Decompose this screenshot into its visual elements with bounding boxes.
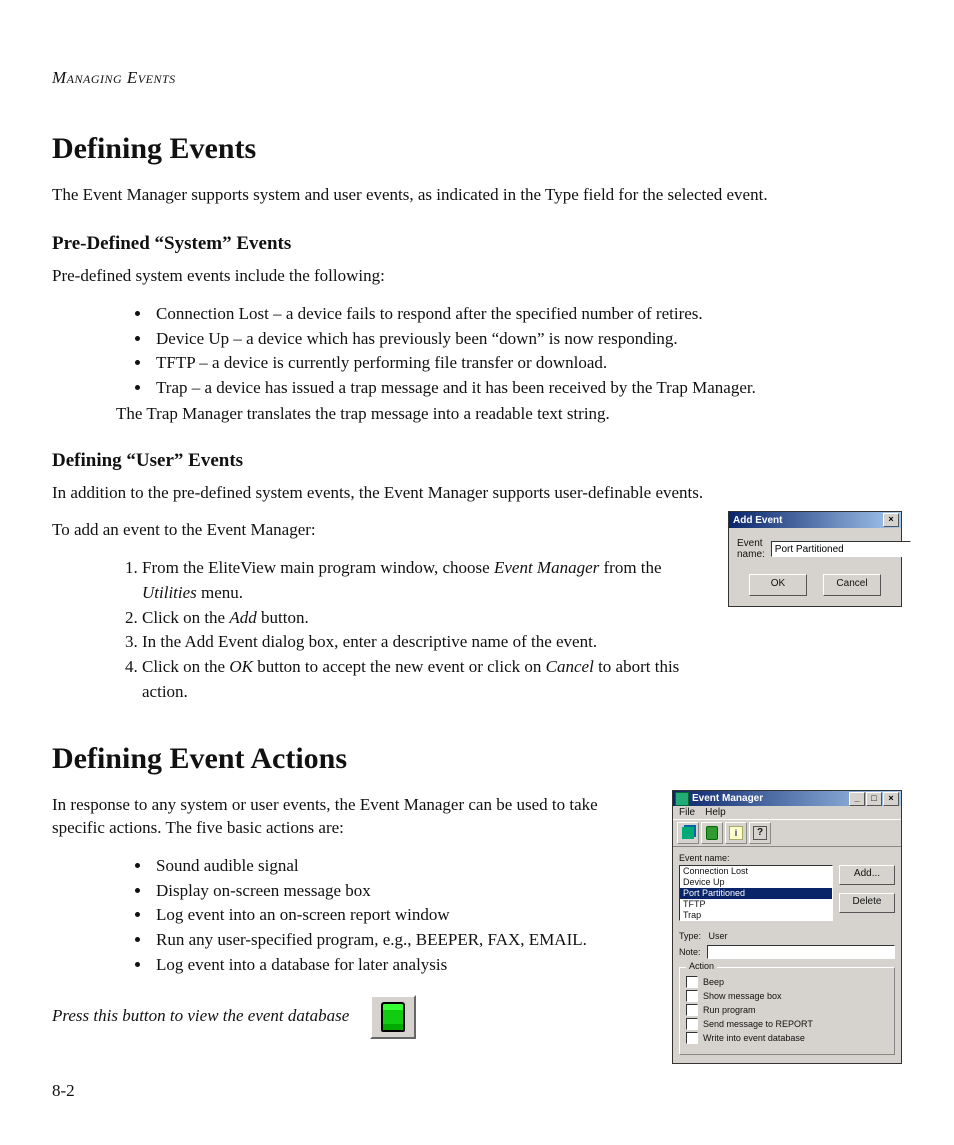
checkbox-label: Run program (703, 1005, 756, 1015)
step-text: button. (257, 608, 309, 627)
heading-defining-events: Defining Events (52, 132, 902, 166)
close-icon[interactable]: × (883, 792, 899, 806)
type-label: Type: (679, 931, 701, 941)
event-name-listbox[interactable]: Connection Lost Device Up Port Partition… (679, 865, 833, 921)
database-icon (381, 1002, 405, 1032)
cancel-button[interactable]: Cancel (823, 574, 881, 596)
window-title-text: Event Manager (692, 793, 763, 804)
step-text-italic: Add (229, 608, 256, 627)
checkbox-write-db[interactable] (686, 1032, 698, 1044)
delete-button[interactable]: Delete (839, 893, 895, 913)
toolbar-info-button[interactable]: i (725, 822, 747, 844)
checkbox-label: Send message to REPORT (703, 1019, 813, 1029)
list-item-selected[interactable]: Port Partitioned (680, 888, 832, 899)
add-event-dialog: Add Event × Event name: OK Cancel (728, 511, 902, 607)
maximize-icon[interactable]: □ (866, 792, 882, 806)
database-icon (706, 826, 718, 840)
list-item: Click on the OK button to accept the new… (142, 655, 710, 704)
event-name-list-label: Event name: (679, 853, 895, 863)
para-system-lead: Pre-defined system events include the fo… (52, 265, 902, 288)
checkbox-run-program[interactable] (686, 1004, 698, 1016)
view-event-database-button[interactable] (370, 995, 416, 1039)
step-text-italic: OK (229, 657, 253, 676)
cards-icon (682, 827, 694, 839)
step-text: Click on the (142, 657, 229, 676)
list-item: From the EliteView main program window, … (142, 556, 710, 605)
toolbar-events-button[interactable] (677, 822, 699, 844)
system-events-list: Connection Lost – a device fails to resp… (52, 302, 902, 401)
checkbox-label: Show message box (703, 991, 782, 1001)
checkbox-label: Write into event database (703, 1033, 805, 1043)
step-text: menu. (197, 583, 243, 602)
list-item[interactable]: Device Up (680, 877, 832, 888)
toolbar-database-button[interactable] (701, 822, 723, 844)
para-actions-intro: In response to any system or user events… (52, 794, 654, 840)
help-icon: ? (753, 826, 767, 840)
menu-help[interactable]: Help (705, 807, 726, 818)
checkbox-send-report[interactable] (686, 1018, 698, 1030)
list-item: Device Up – a device which has previousl… (152, 327, 902, 352)
step-text: from the (599, 558, 661, 577)
checkbox-show-message[interactable] (686, 990, 698, 1002)
step-text-italic: Utilities (142, 583, 197, 602)
step-text: Click on the (142, 608, 229, 627)
page-number: 8-2 (52, 1081, 75, 1101)
step-text: button to accept the new event or click … (253, 657, 546, 676)
action-legend: Action (686, 961, 717, 971)
dialog-titlebar[interactable]: Add Event × (729, 512, 901, 528)
para-system-tail: The Trap Manager translates the trap mes… (116, 404, 902, 424)
list-item: Display on-screen message box (152, 879, 654, 904)
minimize-icon[interactable]: _ (849, 792, 865, 806)
list-item: Log event into an on-screen report windo… (152, 903, 654, 928)
para-user-lead2: To add an event to the Event Manager: (52, 519, 710, 542)
menu-file[interactable]: File (679, 807, 695, 818)
list-item: Click on the Add button. (142, 606, 710, 631)
checkbox-label: Beep (703, 977, 724, 987)
toolbar: i ? (673, 819, 901, 847)
para-intro-1: The Event Manager supports system and us… (52, 184, 902, 207)
note-label: Note: (679, 947, 701, 957)
step-text-italic: Event Manager (494, 558, 599, 577)
app-icon (675, 792, 689, 806)
heading-defining-event-actions: Defining Event Actions (52, 742, 902, 776)
step-text-italic: Cancel (546, 657, 594, 676)
subheading-system-events: Pre-Defined “System” Events (52, 233, 902, 255)
type-value: User (709, 931, 728, 941)
window-titlebar[interactable]: Event Manager _ □ × (673, 791, 901, 806)
list-item: Run any user-specified program, e.g., BE… (152, 928, 654, 953)
event-db-caption: Press this button to view the event data… (52, 1006, 349, 1025)
list-item[interactable]: Connection Lost (680, 866, 832, 877)
add-button[interactable]: Add... (839, 865, 895, 885)
list-item[interactable]: Trap (680, 910, 832, 921)
list-item: Sound audible signal (152, 854, 654, 879)
dialog-title-text: Add Event (733, 515, 782, 526)
event-name-label: Event name: (737, 538, 765, 560)
list-item: TFTP – a device is currently performing … (152, 351, 902, 376)
list-item: In the Add Event dialog box, enter a des… (142, 630, 710, 655)
list-item[interactable]: TFTP (680, 899, 832, 910)
close-icon[interactable]: × (883, 513, 899, 527)
list-item: Log event into a database for later anal… (152, 953, 654, 978)
action-group: Action Beep Show message box Run program… (679, 967, 895, 1055)
actions-list: Sound audible signal Display on-screen m… (52, 854, 654, 977)
list-item: Trap – a device has issued a trap messag… (152, 376, 902, 401)
subheading-user-events: Defining “User” Events (52, 450, 902, 472)
info-icon: i (729, 826, 743, 840)
step-text: From the EliteView main program window, … (142, 558, 494, 577)
toolbar-help-button[interactable]: ? (749, 822, 771, 844)
event-manager-window: Event Manager _ □ × File Help i ? Event … (672, 790, 902, 1064)
event-name-input[interactable] (771, 541, 911, 557)
note-input[interactable] (707, 945, 895, 959)
checkbox-beep[interactable] (686, 976, 698, 988)
user-events-steps: From the EliteView main program window, … (52, 556, 710, 704)
para-user-lead: In addition to the pre-defined system ev… (52, 482, 902, 505)
menu-bar: File Help (673, 806, 901, 819)
running-head: Managing Events (52, 68, 902, 88)
list-item: Connection Lost – a device fails to resp… (152, 302, 902, 327)
ok-button[interactable]: OK (749, 574, 807, 596)
